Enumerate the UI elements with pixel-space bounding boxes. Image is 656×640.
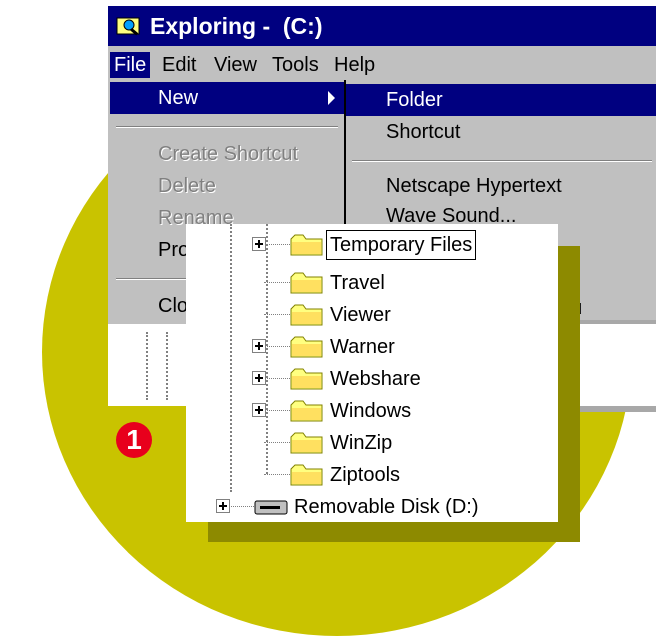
removable-disk-icon	[254, 500, 288, 515]
tree-line	[166, 332, 168, 400]
tree-item-label: Viewer	[330, 304, 391, 326]
tree-item-viewer[interactable]: Viewer	[264, 300, 532, 330]
expand-icon[interactable]	[252, 237, 266, 251]
tree-item-label: Travel	[330, 272, 385, 294]
tree-line	[230, 224, 232, 492]
folder-icon	[290, 304, 323, 326]
menu-item-label: Netscape Hypertext	[386, 175, 562, 197]
tree-item-label: Removable Disk (D:)	[294, 496, 479, 518]
folder-icon	[290, 234, 323, 256]
menu-item-label: New	[158, 87, 199, 109]
tree-connector	[264, 346, 290, 347]
tree-item-temporary-files[interactable]: Temporary Files	[252, 230, 552, 260]
menu-bar: File Edit View Tools Help	[108, 46, 656, 84]
submenu-item-netscape-hypertext[interactable]: Netscape Hypertext	[346, 170, 656, 202]
folder-icon	[290, 464, 323, 486]
expand-icon[interactable]	[252, 371, 266, 385]
tree-connector	[264, 474, 290, 475]
tree-item-label: Windows	[330, 400, 412, 422]
menu-item-label: Create Shortcut	[158, 143, 299, 165]
tree-item-label: Webshare	[330, 368, 421, 390]
folder-icon	[290, 336, 323, 358]
title-bar: Exploring - (C:)	[108, 6, 656, 46]
expand-icon[interactable]	[216, 499, 230, 513]
step-number-badge: 1	[116, 422, 152, 458]
tree-item-winzip[interactable]: WinZip	[264, 428, 532, 458]
menu-item-label: Pro	[158, 239, 190, 261]
expand-icon[interactable]	[252, 403, 266, 417]
tree-connector	[264, 244, 290, 245]
tree-connector	[264, 282, 290, 283]
folder-icon	[290, 368, 323, 390]
tree-item-label: Warner	[330, 336, 395, 358]
menu-view[interactable]: View	[210, 52, 261, 78]
folder-icon	[290, 272, 323, 294]
folder-tree: Temporary Files Travel Viewer Warner Web…	[186, 224, 558, 522]
tree-item-label: Temporary Files	[326, 230, 477, 260]
menu-tools[interactable]: Tools	[268, 52, 323, 78]
tree-connector	[264, 314, 290, 315]
folder-icon	[290, 432, 323, 454]
explorer-icon	[116, 17, 140, 36]
tree-item-ziptools[interactable]: Ziptools	[264, 460, 532, 490]
tree-connector	[264, 378, 290, 379]
tree-item-warner[interactable]: Warner	[252, 332, 532, 362]
tree-item-label: Ziptools	[330, 464, 401, 486]
menu-item-label: Clo	[158, 295, 189, 317]
menu-item-create-shortcut[interactable]: Create Shortcut	[110, 138, 344, 170]
tree-item-removable-disk[interactable]: Removable Disk (D:)	[216, 492, 546, 522]
tree-line	[266, 224, 268, 474]
tree-line	[146, 332, 148, 400]
menu-item-label: Delete	[158, 175, 216, 197]
submenu-item-shortcut[interactable]: Shortcut	[346, 116, 656, 148]
submenu-arrow-icon	[328, 91, 335, 105]
tree-item-label: WinZip	[330, 432, 393, 454]
menu-item-delete[interactable]: Delete	[110, 170, 344, 202]
menu-separator	[352, 160, 652, 162]
menu-edit[interactable]: Edit	[158, 52, 200, 78]
menu-item-label: Folder	[386, 89, 443, 111]
tree-connector	[228, 506, 254, 507]
menu-help[interactable]: Help	[330, 52, 379, 78]
tree-item-webshare[interactable]: Webshare	[252, 364, 532, 394]
menu-separator	[116, 126, 338, 128]
menu-item-label: Shortcut	[386, 121, 461, 143]
window-title: Exploring - (C:)	[150, 13, 323, 39]
submenu-item-folder[interactable]: Folder	[346, 84, 656, 116]
menu-file[interactable]: File	[110, 52, 151, 78]
tree-item-windows[interactable]: Windows	[252, 396, 532, 426]
tree-connector	[264, 442, 290, 443]
tree-item-travel[interactable]: Travel	[264, 268, 532, 298]
menu-item-new[interactable]: New	[110, 82, 344, 114]
folder-icon	[290, 400, 323, 422]
tree-connector	[264, 410, 290, 411]
expand-icon[interactable]	[252, 339, 266, 353]
